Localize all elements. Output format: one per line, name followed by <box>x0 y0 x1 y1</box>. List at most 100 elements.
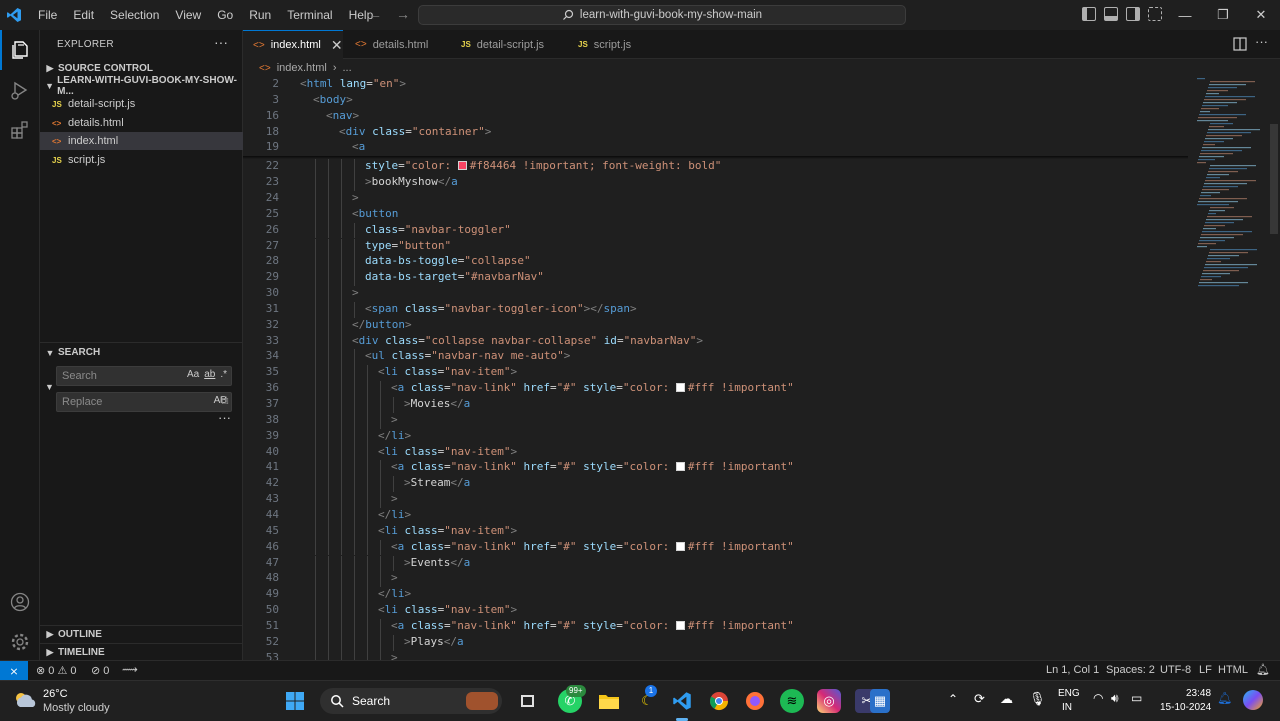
search-input[interactable]: Search Aa ab .* <box>56 366 232 386</box>
file-detail-script[interactable]: JS detail-script.js <box>40 95 243 113</box>
toggle-replace-icon[interactable]: ▼ <box>45 382 54 392</box>
wifi-icon[interactable]: ◠ <box>1093 691 1103 705</box>
menu-edit[interactable]: Edit <box>65 0 102 30</box>
search-details-icon[interactable]: ··· <box>218 410 231 425</box>
customize-layout-icon[interactable] <box>1148 7 1162 21</box>
indent-guide <box>341 650 342 660</box>
vertical-scrollbar[interactable] <box>1270 124 1278 234</box>
instagram-icon[interactable]: ◎ <box>817 689 841 713</box>
sync-icon[interactable]: ⟳ <box>974 691 985 707</box>
tab-label: script.js <box>593 38 632 51</box>
notifications-bell-icon[interactable]: 🔔︎ <box>1256 663 1270 676</box>
timeline-section[interactable]: ▶ TIMELINE <box>40 643 243 661</box>
explorer-icon[interactable] <box>0 30 40 70</box>
command-center-search[interactable]: learn-with-guvi-book-my-show-main <box>418 5 906 25</box>
onedrive-cloud-icon[interactable]: ☁ <box>1000 691 1013 707</box>
file-details-html[interactable]: <> details.html <box>40 114 243 132</box>
back-arrow-icon[interactable]: ← <box>368 6 382 22</box>
task-view-icon[interactable] <box>516 689 540 713</box>
toggle-panel-icon[interactable] <box>1104 7 1118 21</box>
indent-guide <box>341 460 342 477</box>
file-explorer-icon[interactable] <box>597 689 621 713</box>
menu-run[interactable]: Run <box>241 0 279 30</box>
remote-indicator-icon[interactable]: ⨯ <box>0 661 28 681</box>
microphone-icon[interactable]: 🎙︎ <box>1029 691 1046 707</box>
account-icon[interactable] <box>0 582 40 622</box>
minimap-line <box>1201 276 1221 278</box>
notification-bell-icon[interactable]: 🔔︎ <box>1217 691 1232 705</box>
regex-icon[interactable]: .* <box>220 369 227 380</box>
editor-more-actions-icon[interactable]: ··· <box>1255 34 1268 49</box>
file-index-html[interactable]: <> index.html <box>40 132 243 150</box>
menu-terminal[interactable]: Terminal <box>279 0 340 30</box>
toggle-sidebar-icon[interactable] <box>1082 7 1096 21</box>
ports-indicator[interactable]: ⊘ 0 <box>91 664 109 677</box>
indent-guide <box>380 460 381 477</box>
more-actions-icon[interactable]: ··· <box>214 34 228 50</box>
indent-guide <box>354 634 355 651</box>
run-debug-icon[interactable] <box>0 70 40 110</box>
clock-time[interactable]: 23:48 <box>1186 688 1211 699</box>
indent-guide <box>328 365 329 382</box>
menu-view[interactable]: View <box>167 0 209 30</box>
start-windows-icon[interactable] <box>283 689 307 713</box>
search-section[interactable]: ▼ SEARCH <box>40 342 243 362</box>
indent-guide <box>354 349 355 366</box>
input-language[interactable]: ENG <box>1058 688 1080 699</box>
menu-selection[interactable]: Selection <box>102 0 167 30</box>
indent-guide <box>315 254 316 271</box>
breadcrumb-rest[interactable]: ... <box>343 62 352 74</box>
forward-arrow-icon[interactable]: → <box>396 6 410 22</box>
outline-section[interactable]: ▶ OUTLINE <box>40 625 243 643</box>
minimap[interactable] <box>1193 76 1268 296</box>
close-window-button[interactable]: ✕ <box>1242 0 1280 30</box>
file-script-js[interactable]: JS script.js <box>40 151 243 169</box>
indent-guide <box>315 159 316 176</box>
copilot-icon[interactable] <box>1243 690 1263 710</box>
match-case-icon[interactable]: Aa <box>187 369 199 380</box>
manage-gear-icon[interactable] <box>0 622 40 662</box>
battery-icon[interactable]: ▭ <box>1131 691 1142 705</box>
indent-guide <box>354 238 355 255</box>
code-line: type="button" <box>365 238 452 252</box>
restore-button[interactable]: ❐ <box>1204 0 1242 30</box>
weather-cloud-icon[interactable] <box>12 690 38 713</box>
firefox-icon[interactable] <box>743 689 767 713</box>
chrome-icon[interactable] <box>707 689 731 713</box>
code-line: <div class="collapse navbar-collapse" id… <box>352 333 704 347</box>
minimap-line <box>1206 177 1220 179</box>
show-hidden-icons-chevron-icon[interactable]: ⌃ <box>948 692 958 706</box>
indentation[interactable]: Spaces: 2 <box>1106 664 1155 676</box>
menu-go[interactable]: Go <box>209 0 241 30</box>
cursor-position[interactable]: Ln 1, Col 1 <box>1046 664 1099 676</box>
spotify-icon[interactable]: ≋ <box>780 689 804 713</box>
taskbar-search[interactable]: Search <box>320 688 502 714</box>
breadcrumb-file[interactable]: index.html <box>277 62 327 74</box>
tab-details-html[interactable]: <> details.html <box>345 30 445 59</box>
extensions-icon[interactable] <box>0 110 40 150</box>
photo-app-icon[interactable]: ▦ <box>870 689 890 713</box>
tab-script-js[interactable]: JS script.js <box>568 30 658 59</box>
broadcast-icon[interactable]: ⟿ <box>122 663 138 676</box>
whole-word-icon[interactable]: ab <box>204 369 215 380</box>
vscode-taskbar-icon[interactable] <box>670 689 694 713</box>
tab-detail-script-js[interactable]: JS detail-script.js <box>451 30 561 59</box>
toggle-secondary-sidebar-icon[interactable] <box>1126 7 1140 21</box>
tab-index-html[interactable]: <> index.html ✕ <box>243 30 343 59</box>
problems-indicator[interactable]: ⊗ 0 ⚠ 0 <box>36 664 76 677</box>
menu-file[interactable]: File <box>30 0 65 30</box>
language-mode[interactable]: HTML <box>1218 664 1248 676</box>
volume-icon[interactable]: 🔊︎ <box>1111 691 1119 706</box>
indent-guide <box>354 301 355 318</box>
split-editor-icon[interactable] <box>1233 37 1247 54</box>
minimize-button[interactable]: — <box>1166 0 1204 30</box>
end-of-line[interactable]: LF <box>1199 664 1212 676</box>
project-folder-section[interactable]: ▼ LEARN-WITH-GUVI-BOOK-MY-SHOW-M... <box>40 75 243 97</box>
replace-all-icon[interactable]: ⧉ <box>220 393 229 408</box>
code-editor[interactable]: 2 <html lang="en"> 3 <body> 16 <nav> 18 <div cl… <box>243 76 1280 660</box>
replace-input[interactable]: Replace AB <box>56 392 232 412</box>
encoding[interactable]: UTF-8 <box>1160 664 1191 676</box>
indent-guide <box>315 286 316 302</box>
line-number: 44 <box>265 507 279 521</box>
close-tab-icon[interactable]: ✕ <box>331 37 343 54</box>
